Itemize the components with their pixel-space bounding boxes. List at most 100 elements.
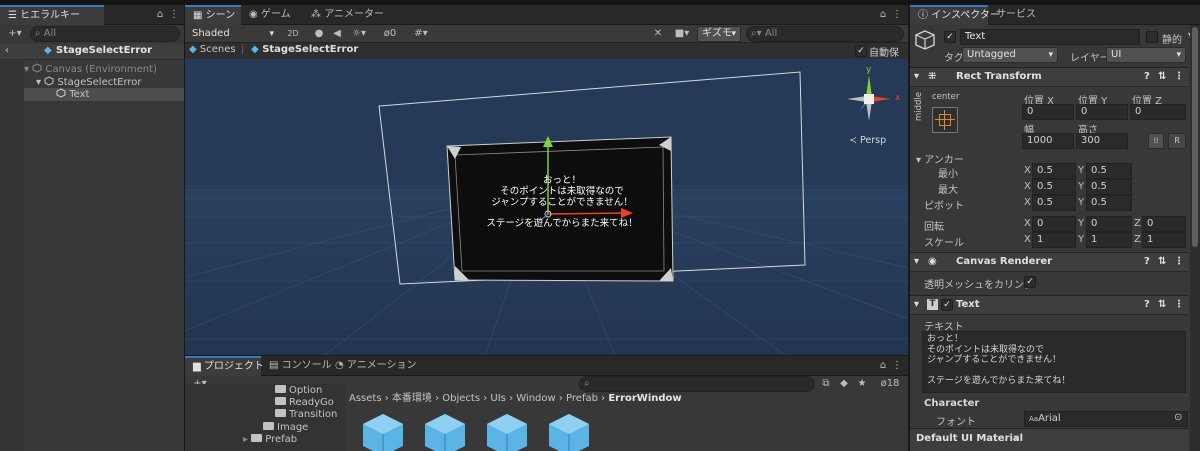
tree-item-text[interactable]: Text (24, 88, 184, 101)
effects-icon[interactable]: ☼▾ (348, 26, 370, 42)
text-enabled-checkbox[interactable]: ✓ (941, 299, 953, 311)
material-dropdown-arrow-icon[interactable]: ▾ (1014, 433, 1019, 444)
visibility-icon[interactable]: ø0 (375, 26, 405, 42)
inspector-scrollbar-thumb[interactable] (1192, 27, 1198, 247)
font-field[interactable]: AaArial (1024, 411, 1188, 427)
breadcrumb-segment[interactable]: Prefab (566, 393, 598, 404)
help-icon[interactable]: ? (1144, 253, 1150, 271)
anchor-min-x-field[interactable]: 0.5 (1032, 163, 1076, 179)
settings-icon[interactable]: ⇅ (1158, 253, 1166, 271)
hidden-packages-icon[interactable]: ø18 (875, 376, 905, 392)
pos-z-field[interactable]: 0 (1130, 104, 1186, 120)
shading-dropdown[interactable]: Shaded (187, 26, 279, 42)
foldout-arrow-icon[interactable]: ▾ (916, 155, 921, 166)
height-field[interactable]: 300 (1076, 133, 1128, 149)
layer-dropdown[interactable]: UI (1106, 47, 1186, 63)
rotation-x-field[interactable]: 0 (1032, 216, 1076, 232)
anchor-max-y-field[interactable]: 0.5 (1086, 179, 1132, 195)
prefab-asset-icon[interactable] (547, 412, 591, 451)
scene-search-input[interactable]: ⌕▾ All (746, 26, 904, 42)
tab-services[interactable]: サービス (988, 5, 1044, 25)
persp-label[interactable]: ≺ Persp (849, 135, 886, 146)
foldout-arrow-icon[interactable]: ▾ (914, 253, 919, 271)
raw-edit-button[interactable]: R (1168, 133, 1186, 149)
back-chevron-icon[interactable]: ‹ (5, 45, 9, 56)
blueprint-mode-button[interactable]: ⁞⁞ (1148, 133, 1164, 149)
hierarchy-search-input[interactable]: ⌕ All (30, 26, 180, 42)
text-area[interactable]: おっと！ そのポイントは未取得なので ジャンプすることができません！ ステージを… (922, 331, 1186, 393)
width-field[interactable]: 1000 (1022, 133, 1074, 149)
tree-item-canvas[interactable]: ▾ Canvas (Environment) (24, 63, 157, 76)
inspector-scrollbar[interactable] (1190, 25, 1200, 451)
lock-icon[interactable]: ⌂ (154, 7, 166, 23)
foldout-arrow-icon[interactable]: ▾ (914, 68, 919, 86)
help-icon[interactable]: ? (1144, 68, 1150, 86)
grid-toggle-icon[interactable]: #▾ (410, 26, 432, 42)
prefab-asset-icon[interactable] (361, 412, 405, 451)
scale-z-field[interactable]: 1 (1142, 232, 1186, 248)
expand-arrow-icon[interactable]: ▾ (36, 77, 41, 88)
tab-inspector[interactable]: ⓘ インスペクター (910, 5, 1000, 25)
prefab-asset-icon[interactable] (485, 412, 529, 451)
breadcrumb-current[interactable]: ◆ StageSelectError (251, 44, 358, 55)
anchor-max-x-field[interactable]: 0.5 (1032, 179, 1076, 195)
tab-scene[interactable]: ▦ シーン (185, 5, 241, 25)
more-icon[interactable]: ⋮ (1174, 296, 1184, 314)
scenes-breadcrumb[interactable]: ◆ Scenes (189, 44, 236, 55)
autosave-checkbox[interactable]: ✓ (855, 45, 867, 57)
tab-hierarchy[interactable]: ☰ ヒエラルキー (0, 5, 104, 25)
anchors-foldout[interactable]: ▾ アンカー (916, 151, 964, 166)
more-icon[interactable]: ⋮ (891, 358, 903, 374)
rotation-z-field[interactable]: 0 (1142, 216, 1186, 232)
pivot-y-field[interactable]: 0.5 (1086, 195, 1132, 211)
scene-viewport[interactable]: おっと！ そのポイントは未取得なので ジャンプすることができません！ ステージを… (185, 59, 908, 355)
expand-arrow-icon[interactable]: ▸ (243, 434, 251, 445)
rect-transform-header[interactable]: ▾ ⁜ Rect Transform ? ⇅ ⋮ (910, 67, 1188, 87)
canvas-renderer-header[interactable]: ▾ ◉ Canvas Renderer ? ⇅ ⋮ (910, 252, 1188, 272)
help-icon[interactable]: ? (1144, 296, 1150, 314)
lock-icon[interactable]: ⌂ (877, 7, 889, 23)
audio-icon[interactable]: ◀ (330, 26, 344, 42)
star-icon[interactable]: ★ (855, 376, 869, 392)
lock-icon[interactable]: ⌂ (877, 358, 889, 374)
filter-type-icon[interactable]: ⧉ (819, 376, 833, 392)
more-icon[interactable]: ⋮ (168, 7, 180, 23)
toggle-2d-button[interactable]: 2D (285, 26, 301, 42)
light-icon[interactable]: ● (312, 26, 326, 42)
rotation-y-field[interactable]: 0 (1086, 216, 1132, 232)
more-icon[interactable]: ⋮ (891, 7, 903, 23)
folder-item-transition[interactable]: Transition (275, 408, 337, 421)
material-bar[interactable]: Default UI Material ▾ (910, 428, 1188, 451)
gizmos-dropdown[interactable]: ギズモ (697, 26, 741, 42)
pivot-x-field[interactable]: 0.5 (1032, 195, 1076, 211)
hierarchy-scene-header[interactable]: ‹ ◆ StageSelectError (0, 44, 184, 60)
breadcrumb-segment[interactable]: UIs (490, 393, 505, 404)
settings-icon[interactable]: ⇅ (1158, 68, 1166, 86)
tab-animator[interactable]: ⁂ アニメーター (303, 5, 392, 25)
object-picker-icon[interactable]: ⊙ (1174, 412, 1182, 423)
pos-y-field[interactable]: 0 (1076, 104, 1128, 120)
text-component-header[interactable]: ▾ T ✓ Text ? ⇅ ⋮ (910, 295, 1188, 315)
more-icon[interactable]: ⋮ (1174, 68, 1184, 86)
breadcrumb-current-segment[interactable]: ErrorWindow (608, 393, 681, 404)
more-icon[interactable]: ⋮ (1174, 253, 1184, 271)
settings-icon[interactable]: ⇅ (1158, 296, 1166, 314)
anchor-presets-button[interactable] (932, 107, 958, 133)
scale-x-field[interactable]: 1 (1032, 232, 1076, 248)
cull-transparent-checkbox[interactable]: ✓ (1024, 276, 1036, 288)
camera-icon[interactable]: ■▾ (671, 26, 693, 42)
breadcrumb-segment[interactable]: 本番環境 (392, 393, 432, 404)
breadcrumb-segment[interactable]: Window (516, 393, 555, 404)
tab-project[interactable]: ▆ プロジェクト (185, 356, 264, 376)
filter-label-icon[interactable]: ◆ (837, 376, 851, 392)
add-button[interactable]: +▾ (4, 26, 26, 42)
tools-icon[interactable]: ✕ (651, 26, 665, 42)
prefab-asset-icon[interactable] (423, 412, 467, 451)
tab-game[interactable]: ◉ ゲーム (241, 5, 299, 25)
tag-dropdown[interactable]: Untagged (962, 47, 1058, 63)
active-checkbox[interactable]: ✓ (944, 31, 956, 43)
breadcrumb-segment[interactable]: Assets (349, 393, 382, 404)
expand-arrow-icon[interactable]: ▾ (24, 64, 29, 75)
scale-y-field[interactable]: 1 (1086, 232, 1132, 248)
tab-animation[interactable]: ◔ アニメーション (327, 356, 425, 376)
